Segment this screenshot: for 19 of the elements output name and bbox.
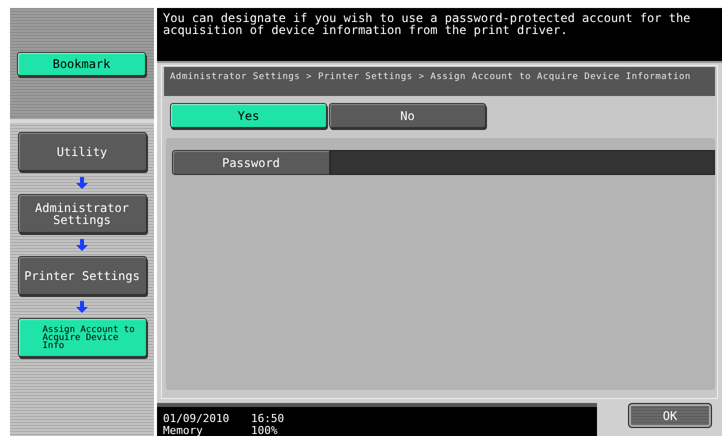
password-label[interactable]: Password [172,150,330,175]
option-button[interactable]: No [329,103,486,128]
bookmark-button[interactable]: Bookmark [17,52,146,76]
down-arrow-icon [76,239,88,251]
down-arrow-icon [76,301,88,313]
date-text: 01/09/2010 [163,413,230,424]
down-arrow-icon [76,177,88,189]
ok-button[interactable]: OK [628,403,712,428]
password-field[interactable] [330,150,715,175]
option-button[interactable]: Yes [170,103,327,128]
instruction-message: You can designate if you wish to use a password-protected account for the acquisition of device information from the print driver. [157,8,722,63]
breadcrumb-nav-button[interactable]: Utility [18,132,146,171]
memory-label: Memory [163,424,204,436]
breadcrumb-nav-button[interactable]: Printer Settings [18,256,146,295]
breadcrumb-path: Administrator Settings > Printer Settings > Assign Account to Acquire Device Information [164,67,715,96]
breadcrumb-nav-button[interactable]: Administrator Settings [18,194,146,233]
breadcrumb-nav-button[interactable]: Assign Account to Acquire Device Info [18,318,146,357]
memory-value: 100% [251,424,278,436]
time-text: 16:50 [251,413,286,424]
